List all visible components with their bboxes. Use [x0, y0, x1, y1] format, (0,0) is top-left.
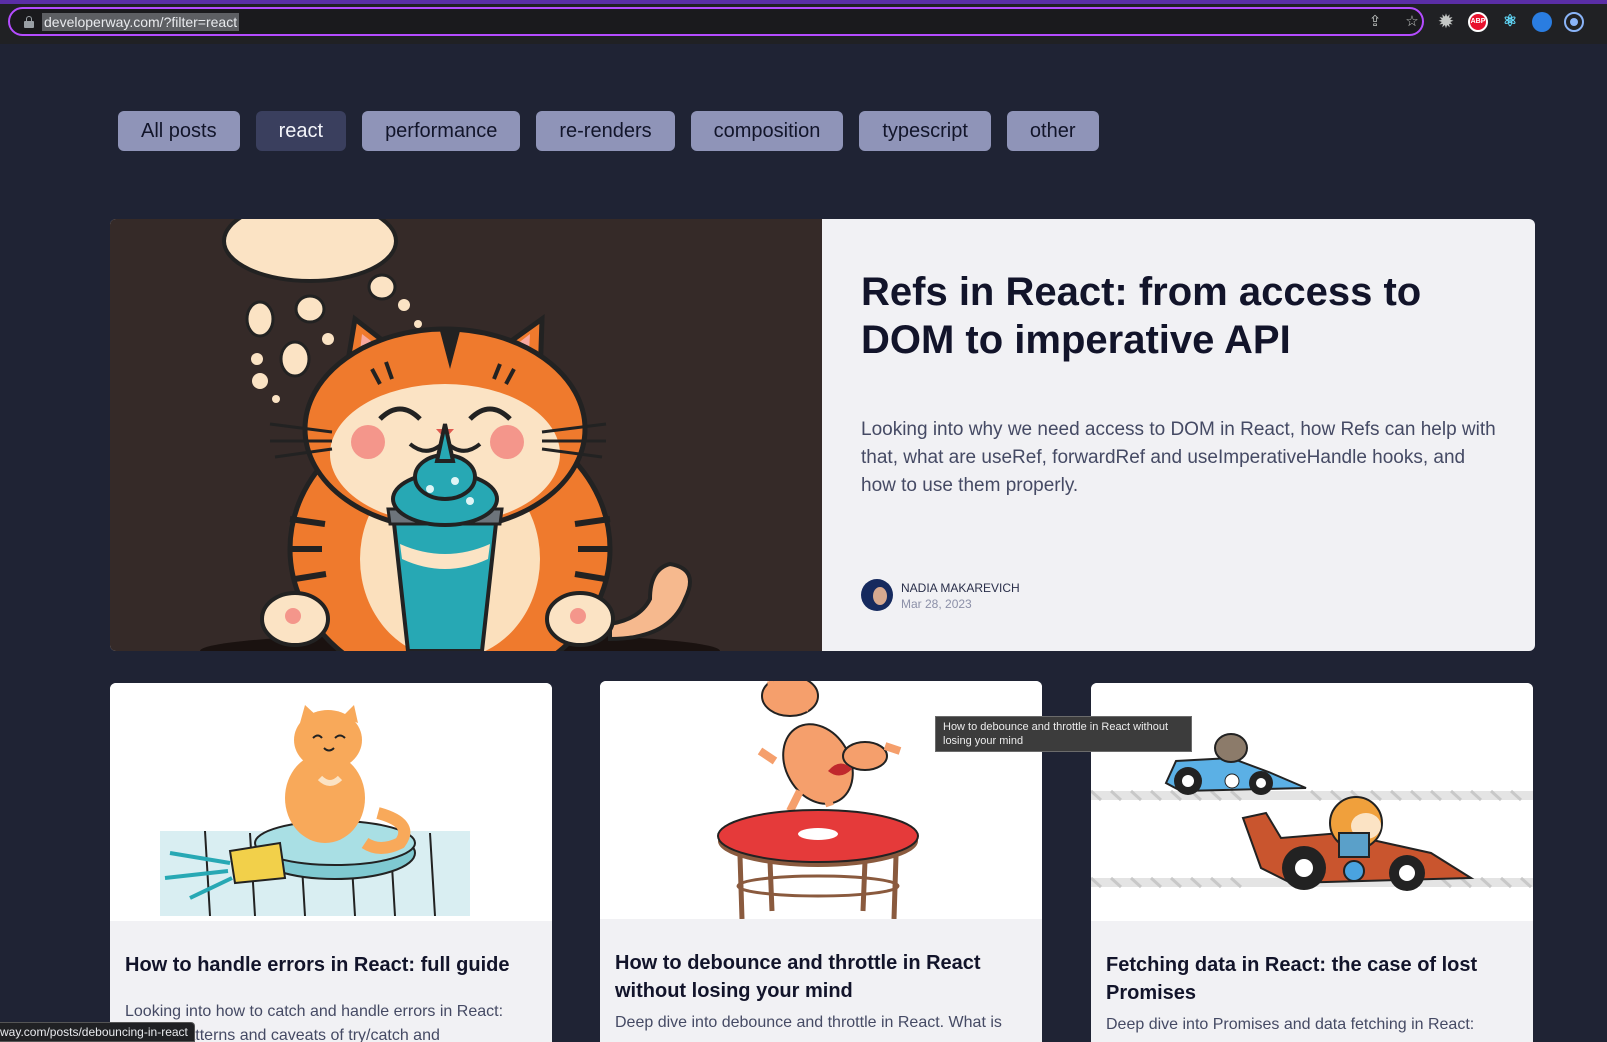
url-text[interactable]: developerway.com/?filter=react: [42, 13, 240, 31]
category-filters: All posts react performance re-renders c…: [118, 111, 1099, 151]
filter-typescript[interactable]: typescript: [859, 111, 991, 151]
bookmark-star-icon[interactable]: ☆: [1403, 13, 1421, 31]
featured-post-description: Looking into why we need access to DOM i…: [861, 419, 1496, 496]
title-tooltip: How to debounce and throttle in React wi…: [935, 716, 1192, 752]
react-devtools-icon[interactable]: ⚛: [1500, 12, 1520, 32]
filter-composition[interactable]: composition: [690, 111, 844, 151]
share-icon[interactable]: ⇪: [1366, 13, 1384, 31]
card-description: Deep dive into Promises and data fetchin…: [1106, 1016, 1475, 1033]
filter-performance[interactable]: performance: [362, 111, 521, 151]
card-description: Deep dive into debounce and throttle in …: [615, 1014, 1002, 1031]
cat-robot-vacuum-illustration[interactable]: [110, 683, 552, 921]
address-bar[interactable]: developerway.com/?filter=react ⇪ ☆: [8, 7, 1424, 36]
filter-all-posts[interactable]: All posts: [118, 111, 240, 151]
adblock-icon[interactable]: ABP: [1468, 12, 1488, 32]
target-icon[interactable]: [1564, 12, 1584, 32]
featured-post-text: Refs in React: from access to DOM to imp…: [861, 268, 1501, 500]
post-card-error-handling[interactable]: How to handle errors in React: full guid…: [110, 683, 552, 1042]
blue-extension-icon[interactable]: [1532, 12, 1552, 32]
tab-strip-accent: [0, 0, 1607, 4]
filter-react[interactable]: react: [255, 111, 347, 151]
lock-icon[interactable]: [24, 16, 34, 28]
featured-post-title[interactable]: Refs in React: from access to DOM to imp…: [861, 268, 1501, 364]
author-name: NADIA MAKAREVICH: [901, 581, 1020, 595]
post-date: Mar 28, 2023: [901, 597, 972, 611]
featured-post-card[interactable]: Refs in React: from access to DOM to imp…: [110, 219, 1535, 651]
card-title[interactable]: How to handle errors in React: full guid…: [125, 951, 537, 979]
author-avatar: [861, 579, 893, 611]
card-title[interactable]: Fetching data in React: the case of lost…: [1106, 951, 1518, 1007]
browser-chrome: developerway.com/?filter=react ⇪ ☆ ✹ ABP…: [0, 0, 1607, 44]
filter-re-renders[interactable]: re-renders: [536, 111, 675, 151]
cat-milkshake-illustration[interactable]: [110, 219, 822, 651]
filter-other[interactable]: other: [1006, 111, 1099, 151]
gear-icon[interactable]: ✹: [1436, 12, 1456, 32]
link-status-bar: way.com/posts/debouncing-in-react: [0, 1022, 195, 1042]
card-title[interactable]: How to debounce and throttle in React wi…: [615, 949, 1027, 1005]
